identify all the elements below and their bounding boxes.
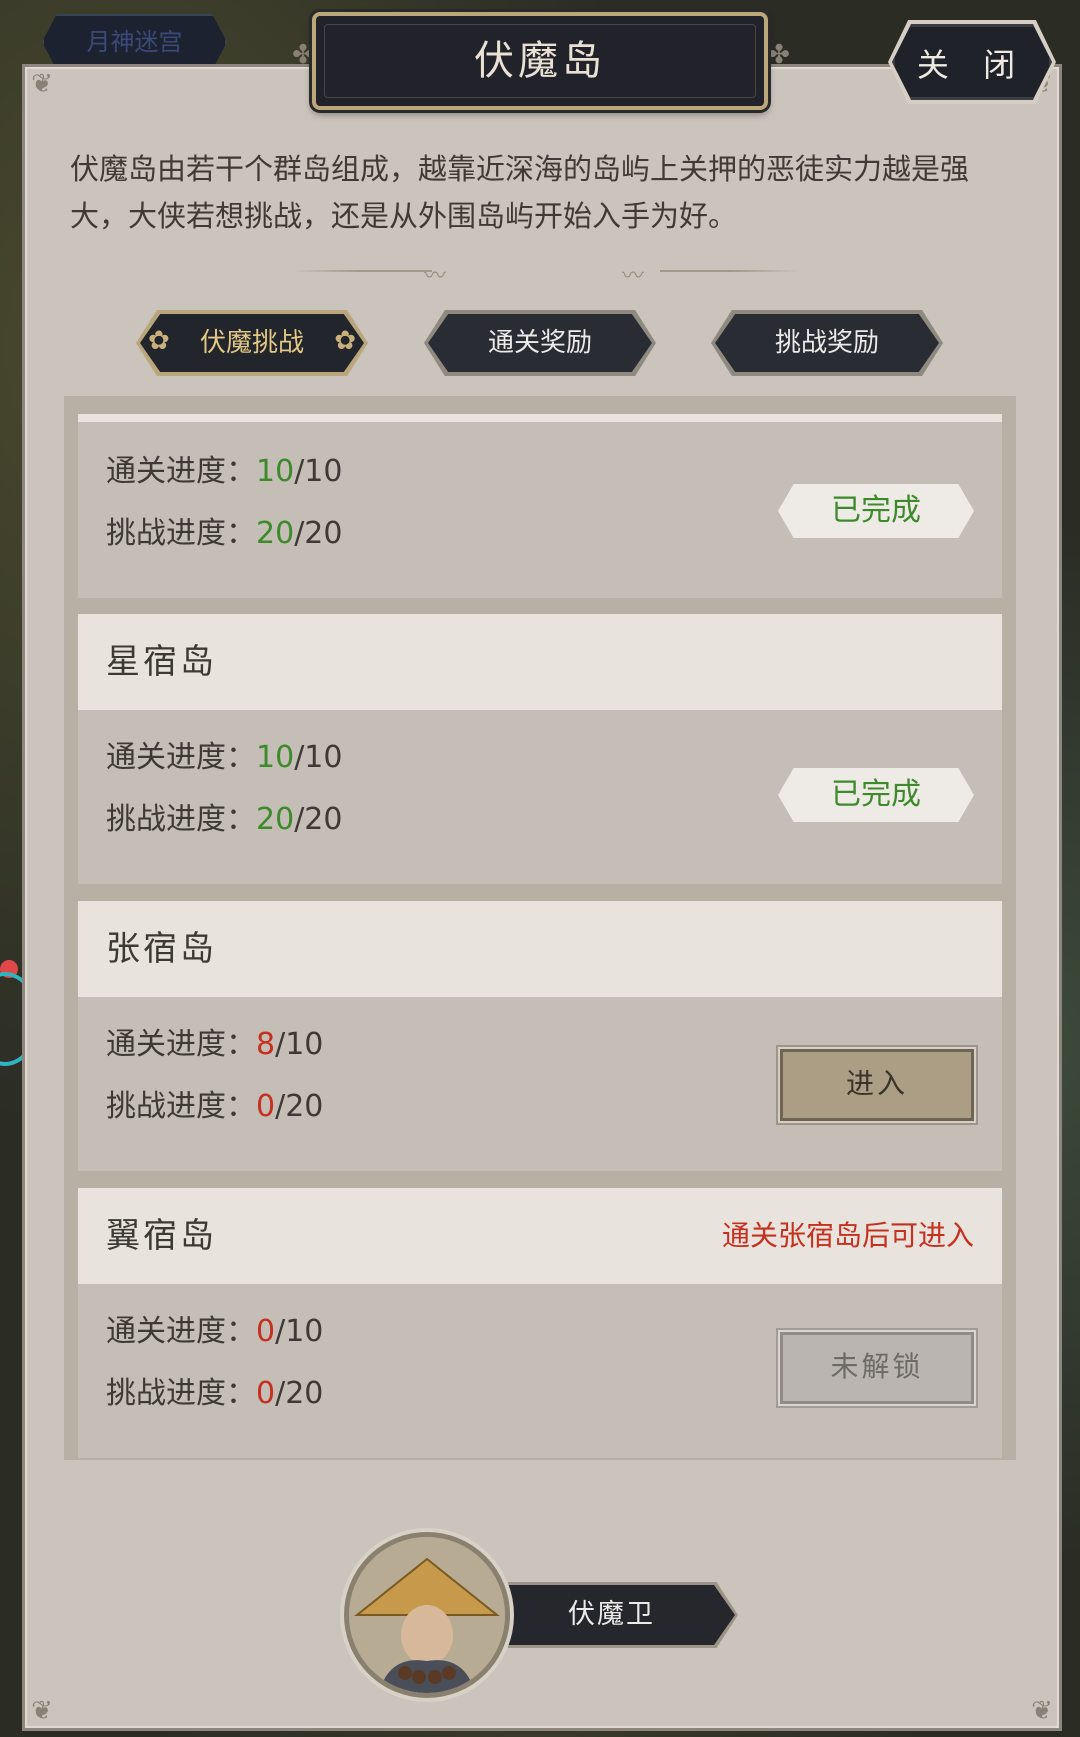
npc-name: 伏魔卫 (473, 1585, 735, 1645)
tab-ornament-icon: ✿ (148, 326, 170, 356)
divider-ornament-icon: 〰 (424, 264, 447, 289)
challenge-progress: 挑战进度：20/20 (106, 802, 343, 837)
island-card: 翼宿岛 通关张宿岛后可进入 通关进度：0/10 挑战进度：0/20 未解锁 (78, 1188, 1002, 1458)
island-name: 星宿岛 (106, 642, 217, 682)
title-ornament-right-icon: ✤ (768, 40, 790, 70)
tab-clear-rewards[interactable]: 通关奖励 (424, 310, 656, 376)
location-tag: 月神迷宫 (42, 14, 227, 70)
clear-progress: 通关进度：10/10 (106, 740, 343, 775)
close-button[interactable]: 关 闭 (892, 24, 1052, 100)
completed-badge: 已完成 (778, 768, 974, 822)
title-plate: 伏魔岛 (312, 12, 768, 110)
corner-ornament-icon: ❦ (1031, 1696, 1053, 1726)
island-card: 星宿岛 通关进度：10/10 挑战进度：20/20 已完成 (78, 614, 1002, 884)
island-description: 伏魔岛由若干个群岛组成，越靠近深海的岛屿上关押的恶徒实力越是强大，大侠若想挑战，… (70, 152, 970, 233)
clear-progress: 通关进度：0/10 (106, 1314, 324, 1349)
island-name: 张宿岛 (106, 929, 217, 969)
locked-button[interactable]: 未解锁 (778, 1330, 976, 1406)
divider-right (660, 270, 800, 272)
completed-badge: 已完成 (778, 484, 974, 538)
island-card: 张宿岛 通关进度：8/10 挑战进度：0/20 进入 (78, 901, 1002, 1171)
challenge-progress: 挑战进度：0/20 (106, 1376, 324, 1411)
enter-button[interactable]: 进入 (778, 1047, 976, 1123)
divider-ornament-icon: 〰 (622, 264, 645, 289)
unlock-requirement: 通关张宿岛后可进入 (721, 1219, 974, 1252)
challenge-progress: 挑战进度：0/20 (106, 1089, 324, 1124)
tab-challenge[interactable]: 伏魔挑战 ✿ ✿ (136, 310, 368, 376)
npc-name-banner[interactable]: 伏魔卫 (470, 1582, 738, 1648)
tab-ornament-icon: ✿ (334, 326, 356, 356)
page-title: 伏魔岛 (474, 38, 606, 84)
divider-left (292, 270, 432, 272)
challenge-progress: 挑战进度：20/20 (106, 516, 343, 551)
corner-ornament-icon: ❦ (31, 69, 53, 99)
tab-challenge-rewards[interactable]: 挑战奖励 (711, 310, 943, 376)
clear-progress: 通关进度：8/10 (106, 1027, 324, 1062)
monk-avatar-icon[interactable] (344, 1532, 510, 1698)
island-card: 通关进度：10/10 挑战进度：20/20 已完成 (78, 414, 1002, 598)
island-name: 翼宿岛 (106, 1216, 217, 1256)
clear-progress: 通关进度：10/10 (106, 454, 343, 489)
corner-ornament-icon: ❦ (31, 1696, 53, 1726)
